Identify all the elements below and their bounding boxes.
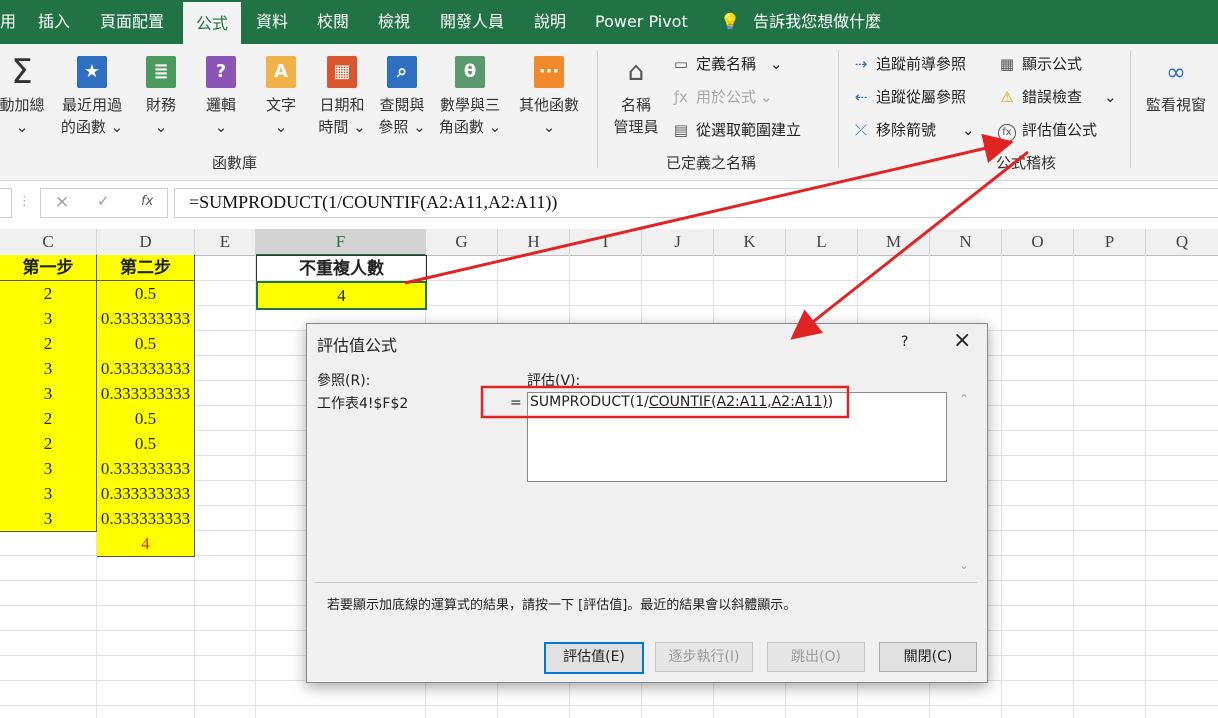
annotation-arrow-to-dialog [790,150,1029,340]
annotation-arrow-to-evaluate-formula [404,133,1014,285]
annotation-highlight-box [480,385,850,419]
annotation-overlay [404,133,1029,419]
